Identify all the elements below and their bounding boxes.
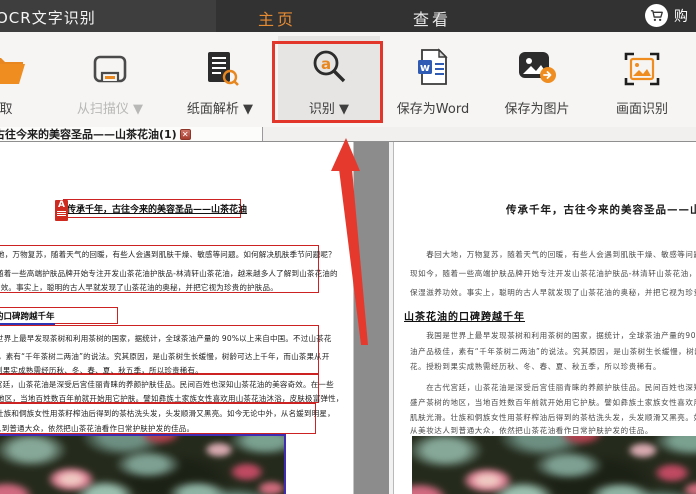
save-as-word-label: 保存为Word: [396, 102, 470, 117]
document-tab-title: 古往今来的美容圣品——山茶花油(1): [0, 128, 177, 141]
result-line: 我国是世界上最早发现茶树和利用茶树的国家，据统计，全球茶油产量的90%以上来自中…: [426, 331, 696, 340]
from-scanner-label: 从扫描仪 ▼: [76, 102, 144, 117]
save-as-image-button[interactable]: 保存为图片: [492, 36, 582, 122]
result-heading: 山茶花油的口碑跨越千年: [404, 312, 525, 323]
paper-analysis-button[interactable]: 纸面解析 ▼: [174, 36, 266, 122]
source-title: 传承千年，古往今来的美容圣品——山茶花油: [67, 205, 248, 215]
ocr-zone-paragraph-3[interactable]: 宫廷，山茶花油是深受后宫佳丽青睐的养颜护肤佳品。民间百姓也深知山茶花油的美容奇效…: [0, 374, 343, 403]
result-line: 油产品极佳，素有“千年茶树二两油”的说法。究其原因，是山茶树生长缓慢，树龄可达上…: [410, 347, 696, 356]
ribbon-tab-view[interactable]: 查看: [413, 6, 451, 30]
scanner-icon: [64, 36, 156, 90]
result-page: 传承千年，古往今来的美容圣品——山茶花油 春回大地，万物复苏，随着天气的回暖，有…: [394, 142, 696, 494]
paper-analysis-icon: [174, 36, 266, 90]
text-zone-marker-icon: A: [55, 200, 68, 221]
screen-recognize-button[interactable]: 画面识别: [597, 36, 687, 122]
document-tab-strip: 古往今来的美容圣品——山茶花油(1) ✕: [0, 127, 696, 142]
ocr-zone-paragraph-4[interactable]: 壮族和侗族女性用茶籽榨油后得到的茶枯洗头发，头发顺滑又黑亮。如今无论中外，从名媛…: [0, 403, 335, 434]
read-label: 取: [0, 102, 13, 117]
word-file-icon: w: [389, 36, 477, 90]
app-title: OCR文字识别: [0, 9, 96, 27]
ocr-zone-paragraph-2[interactable]: 世界上最早发现茶树和利用茶树的国家，据统计，全球茶油产量的 90%以上来自中国。…: [0, 325, 331, 375]
source-line: 宫廷，山茶花油是深受后宫佳丽青睐的养颜护肤佳品。民间百姓也深知山茶花油的美容奇效…: [0, 380, 334, 389]
purchase-button[interactable]: 购: [645, 4, 688, 27]
result-line: 肌肤光滑。壮族和侗族女性用茶籽榨油后得到的茶枯洗头发，头发顺滑又黑亮。如今无论中…: [410, 413, 696, 422]
save-as-word-button[interactable]: w 保存为Word: [389, 36, 477, 122]
camellia-photo: [0, 436, 284, 494]
purchase-label: 购: [674, 8, 688, 25]
word-glyph: w: [420, 61, 430, 74]
camellia-photo: [412, 436, 696, 494]
result-line: 在古代宫廷，山茶花油是深受后宫佳丽青睐的养颜护肤佳品。民间百姓也深知山茶花油的美: [426, 383, 696, 392]
source-line: 人到普通大众，依然把山茶花油看作日常护肤护发的佳品。: [0, 424, 195, 433]
content-area: A 传承千年，古往今来的美容圣品——山茶花油 地，万物复苏，随着天气的回暖，有些…: [0, 142, 696, 494]
ocr-zone-title[interactable]: 传承千年，古往今来的美容圣品——山茶花油: [63, 199, 247, 218]
result-line: 盛产茶树的地区，当地百姓数百年前就开始用它护肤。譬如彝族土家族女性喜欢用山茶花油…: [410, 398, 696, 407]
recognize-label: 识别 ▼: [308, 102, 350, 117]
cart-icon: [645, 4, 668, 27]
recognize-button[interactable]: a 识别 ▼: [278, 36, 380, 122]
ocr-zone-subtitle[interactable]: 的口碑跨越千年: [0, 307, 118, 325]
source-line: 随着一些高端护肤品牌开始专注开发山茶花油护肤品-林清轩山茶花油，越来越多人了解到…: [0, 269, 338, 278]
read-button[interactable]: 取: [0, 36, 42, 122]
source-line: 世界上最早发现茶树和利用茶树的国家，据统计，全球茶油产量的 90%以上来自中国。…: [0, 334, 332, 343]
from-scanner-button[interactable]: 从扫描仪 ▼: [64, 36, 156, 122]
result-line: 现如今，随着一些高端护肤品牌开始专注开发山茶花油护肤品-林清轩山茶花油，越来越多…: [410, 269, 696, 278]
result-image: [412, 436, 696, 494]
source-subtitle: 的口碑跨越千年: [0, 310, 55, 325]
source-line: 壮族和侗族女性用茶籽榨油后得到的茶枯洗头发，头发顺滑又黑亮。如今无论中外，从名媛…: [0, 409, 335, 418]
viewer-background: [354, 142, 389, 494]
ribbon-tab-home[interactable]: 主页: [258, 6, 296, 30]
title-bar: OCR文字识别 主页 查看 购: [0, 0, 696, 32]
document-tab[interactable]: 古往今来的美容圣品——山茶花油(1) ✕: [0, 127, 263, 141]
screen-recognize-label: 画面识别: [615, 102, 668, 117]
recognize-glyph: a: [321, 55, 331, 73]
result-line: 保湿滋养功效。事实上，聪明的古人早就发现了山茶花油的奥秘，并把它视为珍贵的护肤品…: [410, 288, 696, 297]
source-page: A 传承千年，古往今来的美容圣品——山茶花油 地，万物复苏，随着天气的回暖，有些…: [0, 142, 354, 494]
recognize-icon: a: [278, 36, 380, 90]
ocr-zone-paragraph-1[interactable]: 地，万物复苏，随着天气的回暖，有些人会遇到肌肤干燥、敏感等问题。如何解决肌肤季节…: [0, 245, 338, 293]
close-icon[interactable]: ✕: [179, 128, 191, 140]
result-line: 春回大地，万物复苏，随着天气的回暖，有些人会遇到肌肤干燥、敏感等问题。如何解决: [426, 250, 696, 259]
result-line: 从美妆达人到普通大众，依然把山茶花油看作日常护肤护发的佳品。: [410, 426, 653, 435]
ocr-zone-image[interactable]: [0, 434, 286, 494]
folder-open-icon: [0, 36, 42, 90]
image-file-icon: [492, 36, 582, 90]
paper-analysis-label: 纸面解析 ▼: [186, 102, 254, 117]
save-as-image-label: 保存为图片: [504, 102, 570, 117]
source-line: 地，万物复苏，随着天气的回暖，有些人会遇到肌肤干燥、敏感等问题。如何解决肌肤季节…: [0, 250, 336, 259]
result-line: 花。授粉到果实成熟需经历秋、冬、春、夏、秋五季，所以珍贵稀有。: [410, 362, 662, 371]
screen-capture-icon: [597, 36, 687, 90]
source-line: 功效。事实上，聪明的古人早就发现了山茶花油的奥秘，并把它视为珍贵的护肤品。: [0, 283, 278, 292]
source-line: ，素有“千年茶树二两油”的说法。究其原因，是山茶树生长缓慢，树龄可达上千年，而山…: [0, 352, 330, 361]
result-title: 传承千年，古往今来的美容圣品——山茶花油: [506, 204, 696, 216]
ribbon-toolbar: 取 从扫描仪 ▼ 纸面解析 ▼ a 识别 ▼ w 保存为Word 保存为图片 画…: [0, 32, 696, 128]
